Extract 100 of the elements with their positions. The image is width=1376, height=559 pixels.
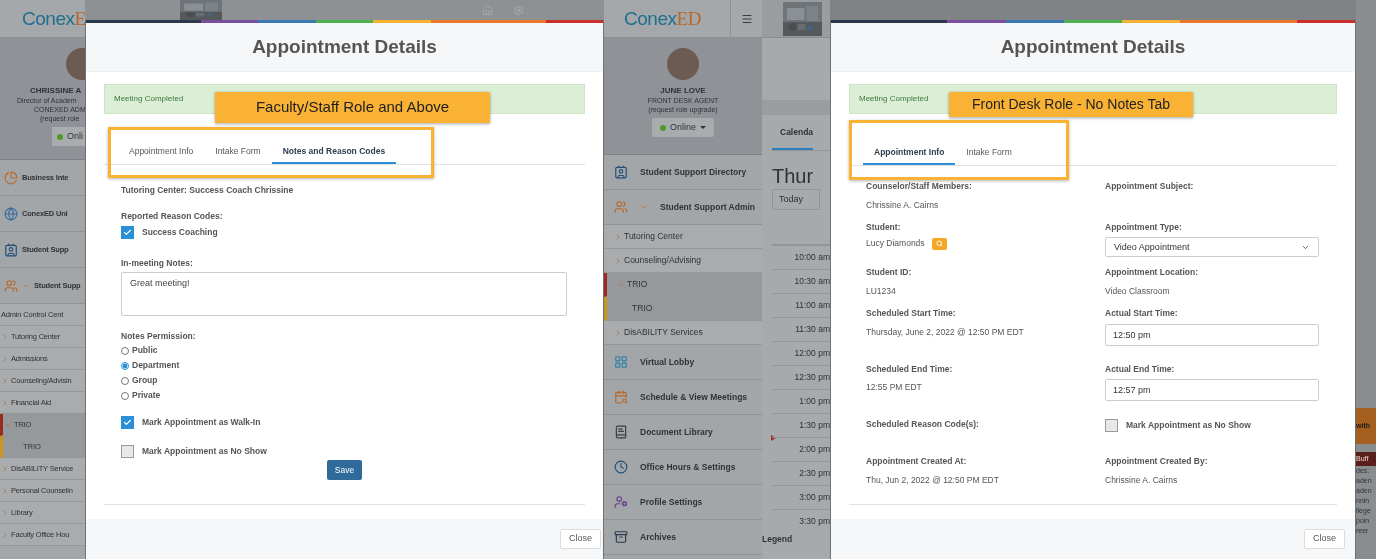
submenu-item[interactable]: TRIO bbox=[604, 273, 762, 297]
radio-button[interactable] bbox=[121, 376, 129, 385]
contact-card-icon bbox=[4, 242, 18, 257]
tab[interactable]: Intake Form bbox=[955, 141, 1023, 165]
field-value: Video Classroom bbox=[1105, 285, 1171, 298]
submenu-item[interactable]: Counseling/Advising bbox=[604, 249, 762, 273]
clock-icon bbox=[614, 460, 628, 474]
banner-background bbox=[762, 38, 830, 100]
time-label: 10:00 am bbox=[794, 251, 830, 264]
tab[interactable]: Calenda bbox=[772, 126, 814, 150]
notes-textarea[interactable]: Great meeting! bbox=[121, 272, 567, 317]
checkbox-label: Mark Appointment as No Show bbox=[142, 445, 267, 458]
menu-icon[interactable] bbox=[740, 12, 753, 25]
status-dropdown[interactable]: Online bbox=[652, 118, 714, 137]
logo: ConexED bbox=[624, 9, 701, 28]
checkbox[interactable] bbox=[1105, 418, 1118, 432]
status-dropdown[interactable]: Onli bbox=[52, 127, 85, 146]
globe-icon bbox=[4, 206, 18, 221]
dialog-title: Appointment Details bbox=[1000, 34, 1186, 59]
field-label: Appointment Subject: bbox=[1105, 180, 1195, 193]
field-label: Appointment Location: bbox=[1105, 266, 1199, 279]
submenu-item[interactable]: DisABILITY Services bbox=[604, 321, 762, 345]
field-label: Scheduled Start Time: bbox=[866, 306, 957, 320]
submenu-item[interactable]: Tutoring Center bbox=[604, 225, 762, 249]
legend-heading: Legend bbox=[762, 533, 794, 546]
time-input[interactable]: 12:50 pm bbox=[1105, 323, 1319, 346]
grid-icon bbox=[614, 355, 628, 369]
section-heading: Tutoring Center: Success Coach Chrissine bbox=[121, 184, 295, 197]
avatar bbox=[667, 48, 699, 80]
checkbox[interactable] bbox=[121, 225, 134, 239]
callout-label: Faculty/Staff Role and Above bbox=[215, 92, 490, 123]
time-label: 11:00 am bbox=[795, 299, 830, 312]
time-label: 1:00 pm bbox=[799, 395, 830, 408]
logo: ConexE bbox=[22, 9, 85, 28]
field-value: 12:55 PM EDT bbox=[866, 381, 923, 394]
time-label: 1:30 pm bbox=[799, 419, 830, 432]
field-label: Reported Reason Codes: bbox=[121, 209, 224, 223]
field-label: Scheduled Reason Code(s): bbox=[866, 418, 980, 431]
field-value: Thu, Jun 2, 2022 @ 12:50 PM EDT bbox=[866, 474, 1000, 487]
dialog-title: Appointment Details bbox=[252, 34, 437, 59]
radio-label: Department bbox=[132, 359, 180, 372]
radio-button[interactable] bbox=[121, 391, 129, 400]
time-label: 2:30 pm bbox=[799, 467, 830, 480]
calendar-search-icon bbox=[614, 390, 628, 404]
checkmark-icon bbox=[123, 418, 132, 427]
pie-chart-icon bbox=[4, 170, 18, 185]
time-input[interactable]: 12:57 pm bbox=[1105, 379, 1319, 402]
field-value: Lucy Diamonds bbox=[866, 237, 925, 250]
search-icon bbox=[935, 240, 943, 248]
checkbox[interactable] bbox=[121, 445, 134, 458]
users-icon bbox=[4, 278, 18, 293]
time-label: 3:00 pm bbox=[799, 491, 830, 504]
time-label: 3:30 pm bbox=[799, 515, 830, 528]
submenu-item[interactable]: TRIO bbox=[604, 297, 762, 321]
search-button[interactable] bbox=[931, 237, 947, 250]
field-label: Counselor/Staff Members: bbox=[866, 180, 973, 193]
close-button[interactable]: Close bbox=[1304, 529, 1345, 549]
time-label: 10:30 am bbox=[794, 275, 830, 288]
callout-label: Front Desk Role - No Notes Tab bbox=[949, 92, 1193, 117]
today-button[interactable]: Today bbox=[772, 189, 820, 210]
avatar bbox=[66, 48, 85, 80]
archive-box-icon bbox=[614, 530, 628, 544]
radio-label: Group bbox=[132, 374, 158, 387]
field-label: Actual End Time: bbox=[1105, 362, 1176, 376]
user-name: CHRISSINE A bbox=[30, 86, 82, 96]
time-label: 2:00 pm bbox=[799, 443, 830, 456]
field-value: LU1234 bbox=[866, 285, 897, 298]
users-icon bbox=[614, 200, 628, 214]
field-label: Actual Start Time: bbox=[1105, 306, 1179, 320]
checkmark-icon bbox=[123, 227, 132, 237]
field-label: Mark Appointment as No Show bbox=[1126, 418, 1251, 432]
field-label: Appointment Created At: bbox=[866, 455, 968, 468]
contact-card-icon bbox=[614, 165, 628, 179]
time-label: 12:00 pm bbox=[794, 347, 830, 360]
time-label: 12:30 pm bbox=[794, 371, 830, 384]
tab[interactable]: Intake Form bbox=[204, 140, 272, 164]
user-gear-icon bbox=[614, 495, 628, 509]
date-heading: Thur bbox=[772, 164, 815, 188]
current-time-marker-icon bbox=[771, 435, 776, 441]
field-label: Scheduled End Time: bbox=[866, 362, 954, 376]
close-button[interactable]: Close bbox=[560, 529, 601, 549]
checkbox[interactable] bbox=[121, 416, 134, 429]
field-value: Thursday, June 2, 2022 @ 12:50 PM EDT bbox=[866, 325, 1025, 339]
caret-icon bbox=[700, 126, 706, 129]
field-label: Student: bbox=[866, 220, 902, 234]
field-label: Student ID: bbox=[866, 266, 913, 279]
field-value: Chrissine A. Cairns bbox=[866, 198, 940, 212]
radio-label: Public bbox=[132, 344, 158, 357]
select-field[interactable]: Video Appointment bbox=[1105, 237, 1319, 258]
field-label: In-meeting Notes: bbox=[121, 256, 194, 270]
tab[interactable]: Appointment Info bbox=[863, 141, 956, 165]
radio-button[interactable] bbox=[121, 361, 129, 370]
book-icon bbox=[614, 425, 628, 439]
user-name: JUNE LOVE bbox=[660, 86, 706, 96]
tab[interactable]: Appointment Info bbox=[118, 140, 205, 164]
radio-button[interactable] bbox=[121, 346, 129, 355]
save-button[interactable]: Save bbox=[326, 460, 363, 480]
tab[interactable]: Notes and Reason Codes bbox=[271, 140, 397, 164]
radio-label: Private bbox=[132, 389, 161, 402]
field-label: Appointment Type: bbox=[1105, 220, 1183, 234]
